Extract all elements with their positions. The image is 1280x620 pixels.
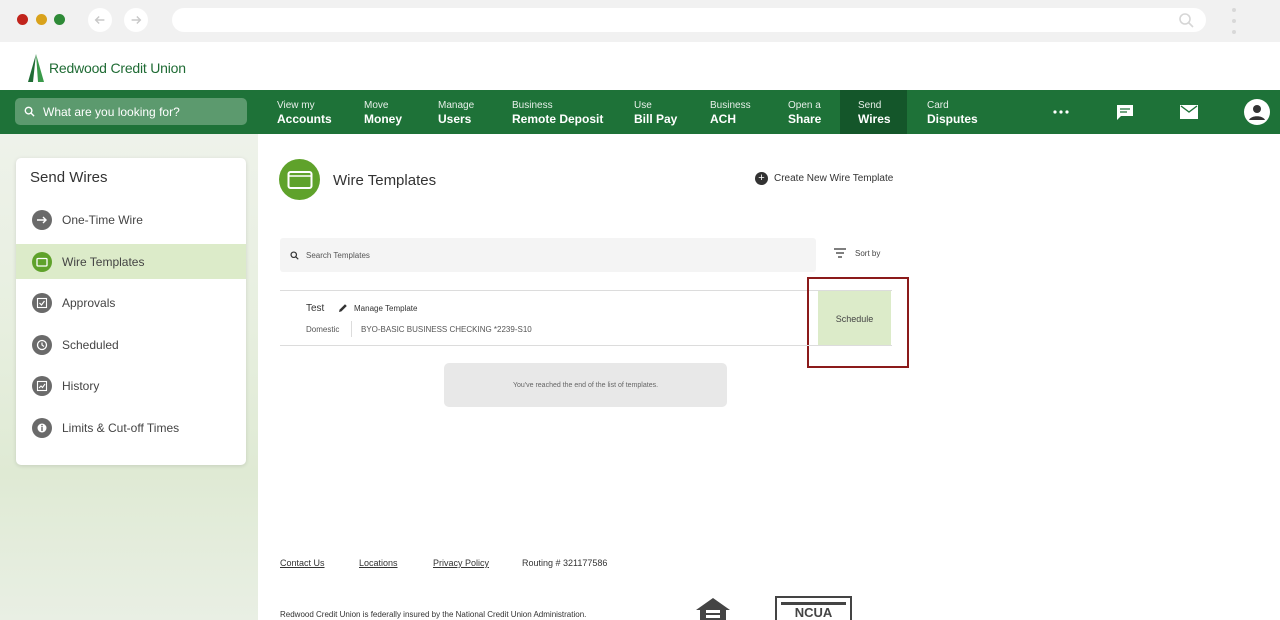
template-type: Domestic <box>306 325 340 334</box>
back-button[interactable] <box>88 8 112 32</box>
nav-send-wires[interactable]: Send Wires <box>840 90 907 134</box>
highlight-box <box>807 277 909 368</box>
nav-move-money-l1: Move <box>364 100 389 111</box>
nav-ach-l2: ACH <box>710 112 736 126</box>
nav-move-money[interactable]: Move Money <box>364 90 420 134</box>
clock-icon <box>32 334 52 355</box>
brand-name: Redwood Credit Union <box>49 60 186 76</box>
minimize-window-dot[interactable] <box>36 14 47 25</box>
divider <box>280 345 892 346</box>
sidebar-item-limits[interactable]: Limits & Cut-off Times <box>16 410 246 445</box>
sidebar-item-label: Wire Templates <box>62 254 145 269</box>
filter-icon <box>834 248 846 258</box>
nav-send-wires-l1: Send <box>858 100 882 111</box>
search-icon <box>1179 13 1194 28</box>
sidebar-item-approvals[interactable]: Approvals <box>16 285 246 320</box>
arrow-right-icon <box>32 209 52 230</box>
sort-by-label: Sort by <box>855 248 881 258</box>
search-icon <box>24 106 35 117</box>
ncua-logo: NCUA <box>775 596 852 620</box>
nav-accounts-l1: View my <box>277 100 315 111</box>
ncua-label: NCUA <box>794 605 833 620</box>
info-icon <box>32 417 52 438</box>
sidebar-item-label: Limits & Cut-off Times <box>62 420 180 435</box>
nav-accounts-l2: Accounts <box>277 112 332 126</box>
browser-menu-icon[interactable] <box>1231 8 1237 34</box>
browser-chrome <box>0 0 1280 42</box>
nav-open-share-l2: Share <box>788 112 822 126</box>
sidebar-item-label: History <box>62 378 100 393</box>
sidebar-item-history[interactable]: History <box>16 368 246 403</box>
plus-icon: + <box>755 172 768 185</box>
sidebar-item-label: Scheduled <box>62 337 119 352</box>
template-search-input[interactable]: Search Templates <box>280 238 816 272</box>
nav-card-disputes-l2: Disputes <box>927 112 978 126</box>
address-bar[interactable] <box>172 8 1206 32</box>
arrow-left-icon <box>94 16 105 24</box>
ncua-disclaimer: Redwood Credit Union is federally insure… <box>280 610 587 619</box>
history-icon <box>32 375 52 396</box>
page-title: Wire Templates <box>333 172 437 189</box>
template-search-placeholder: Search Templates <box>306 250 370 260</box>
nav-accounts[interactable]: View my Accounts <box>277 90 347 134</box>
pencil-icon <box>339 304 347 312</box>
sidebar-title: Send Wires <box>30 169 108 186</box>
nav-manage-users-l1: Manage <box>438 100 475 111</box>
divider <box>351 321 352 337</box>
nav-move-money-l2: Money <box>364 112 403 126</box>
create-template-label: Create New Wire Template <box>774 173 894 184</box>
check-icon <box>32 292 52 313</box>
footer-link-contact[interactable]: Contact Us <box>280 558 325 568</box>
nav-open-share-l1: Open a <box>788 100 821 111</box>
manage-template-label: Manage Template <box>354 303 418 313</box>
sidebar-item-label: Approvals <box>62 295 116 310</box>
forward-button[interactable] <box>124 8 148 32</box>
sidebar-item-label: One-Time Wire <box>62 212 143 227</box>
maximize-window-dot[interactable] <box>54 14 65 25</box>
chat-icon[interactable] <box>1110 90 1140 134</box>
main-navigation: What are you looking for? View my Accoun… <box>0 90 1280 134</box>
folder-icon <box>279 159 320 200</box>
nav-manage-users[interactable]: Manage Users <box>438 90 492 134</box>
nav-remote-deposit-l1: Business <box>512 100 553 111</box>
nav-ach-l1: Business <box>710 100 751 111</box>
nav-bill-pay-l1: Use <box>634 100 652 111</box>
nav-remote-deposit-l2: Remote Deposit <box>512 112 604 126</box>
tree-logo-icon <box>28 54 44 82</box>
site-search-placeholder: What are you looking for? <box>43 104 180 119</box>
close-window-dot[interactable] <box>17 14 28 25</box>
brand-logo[interactable]: Redwood Credit Union <box>26 52 186 84</box>
nav-manage-users-l2: Users <box>438 112 472 126</box>
more-icon[interactable] <box>1046 90 1076 134</box>
search-icon <box>290 250 299 260</box>
sort-by-button[interactable]: Sort by <box>834 248 880 258</box>
profile-icon[interactable] <box>1242 90 1272 134</box>
nav-send-wires-l2: Wires <box>858 112 891 126</box>
nav-remote-deposit[interactable]: Business Remote Deposit <box>512 90 616 134</box>
nav-bill-pay-l2: Bill Pay <box>634 112 678 126</box>
mail-icon[interactable] <box>1174 90 1204 134</box>
sidebar-item-wire-templates[interactable]: Wire Templates <box>16 244 246 279</box>
sidebar-card: Send Wires One-Time Wire Wire Templates … <box>16 158 246 465</box>
footer-link-privacy[interactable]: Privacy Policy <box>433 558 489 568</box>
end-of-list-message: You've reached the end of the list of te… <box>444 363 727 407</box>
nav-card-disputes-l1: Card <box>927 100 949 111</box>
folder-icon <box>32 251 52 272</box>
sidebar-item-scheduled[interactable]: Scheduled <box>16 327 246 362</box>
site-search-input[interactable]: What are you looking for? <box>15 98 247 125</box>
routing-number: Routing # 321177586 <box>522 558 608 568</box>
template-name: Test <box>306 303 325 314</box>
nav-card-disputes[interactable]: Card Disputes <box>927 90 993 134</box>
footer-link-locations[interactable]: Locations <box>359 558 398 568</box>
manage-template-link[interactable]: Manage Template <box>338 303 417 313</box>
nav-ach[interactable]: Business ACH <box>710 90 770 134</box>
arrow-right-icon <box>131 16 142 24</box>
template-account: BYO-BASIC BUSINESS CHECKING *2239-S10 <box>361 325 532 334</box>
nav-bill-pay[interactable]: Use Bill Pay <box>634 90 692 134</box>
create-template-button[interactable]: + Create New Wire Template <box>755 172 893 185</box>
nav-open-share[interactable]: Open a Share <box>788 90 838 134</box>
equal-housing-icon <box>696 598 730 620</box>
divider <box>280 290 892 291</box>
sidebar-item-one-time-wire[interactable]: One-Time Wire <box>16 202 246 237</box>
